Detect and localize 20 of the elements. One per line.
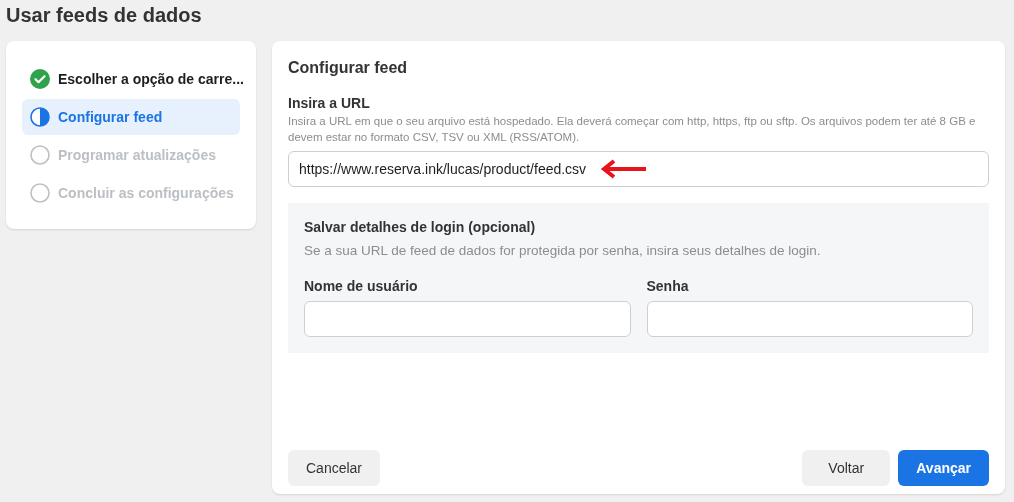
- back-button[interactable]: Voltar: [802, 450, 891, 486]
- page-title: Usar feeds de dados: [6, 3, 203, 27]
- url-field[interactable]: https://www.reserva.ink/lucas/product/feed.csv: [288, 151, 989, 187]
- check-circle-icon: [30, 69, 50, 89]
- help-text: Se a sua URL de feed de dados for protegida por senha, insira seus detalhes de login.: [304, 243, 822, 258]
- half-circle-icon: [30, 107, 50, 127]
- empty-circle-icon: [30, 145, 50, 165]
- input-field[interactable]: [304, 301, 631, 337]
- field-label: Senha: [646, 278, 690, 294]
- cancel-button[interactable]: Cancelar: [288, 450, 381, 486]
- help-text: Insira a URL em que o seu arquivo está hospedado. Ela deverá começar com http, https, ftp ou sftp. Os arquivos podem ter até 8 GB e devem estar no formato CSV, TSV ou XML (RSS/ATOM).: [288, 114, 977, 145]
- arrow-icon: [600, 159, 648, 179]
- next-button[interactable]: Avançar: [898, 450, 989, 486]
- section-title: Salvar detalhes de login (opcional): [304, 219, 537, 235]
- input-field[interactable]: [646, 301, 973, 337]
- empty-circle-icon: [30, 183, 50, 203]
- field-label: Insira a URL: [288, 95, 371, 111]
- step-item[interactable]: Configurar feed: [22, 99, 240, 135]
- field-label: Nome de usuário: [304, 278, 419, 294]
- panel-title: Configurar feed: [288, 59, 409, 77]
